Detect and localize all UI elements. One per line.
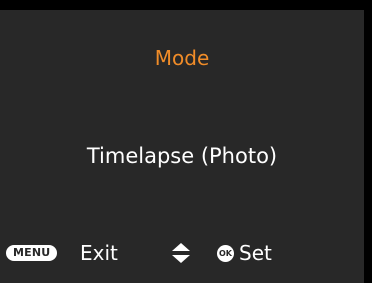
camera-screen: Mode Timelapse (Photo) MENU Exit OK Set bbox=[0, 0, 372, 283]
footer-hints: MENU Exit OK Set bbox=[0, 240, 364, 268]
menu-key-icon[interactable]: MENU bbox=[6, 245, 58, 261]
ok-key-icon[interactable]: OK bbox=[217, 245, 234, 262]
menu-title: Mode bbox=[154, 46, 210, 70]
up-down-arrows-icon[interactable] bbox=[172, 243, 190, 263]
menu-panel: Mode Timelapse (Photo) MENU Exit OK Set bbox=[0, 10, 364, 283]
set-label: Set bbox=[239, 241, 272, 265]
mode-value[interactable]: Timelapse (Photo) bbox=[0, 144, 364, 168]
exit-label: Exit bbox=[80, 241, 118, 265]
